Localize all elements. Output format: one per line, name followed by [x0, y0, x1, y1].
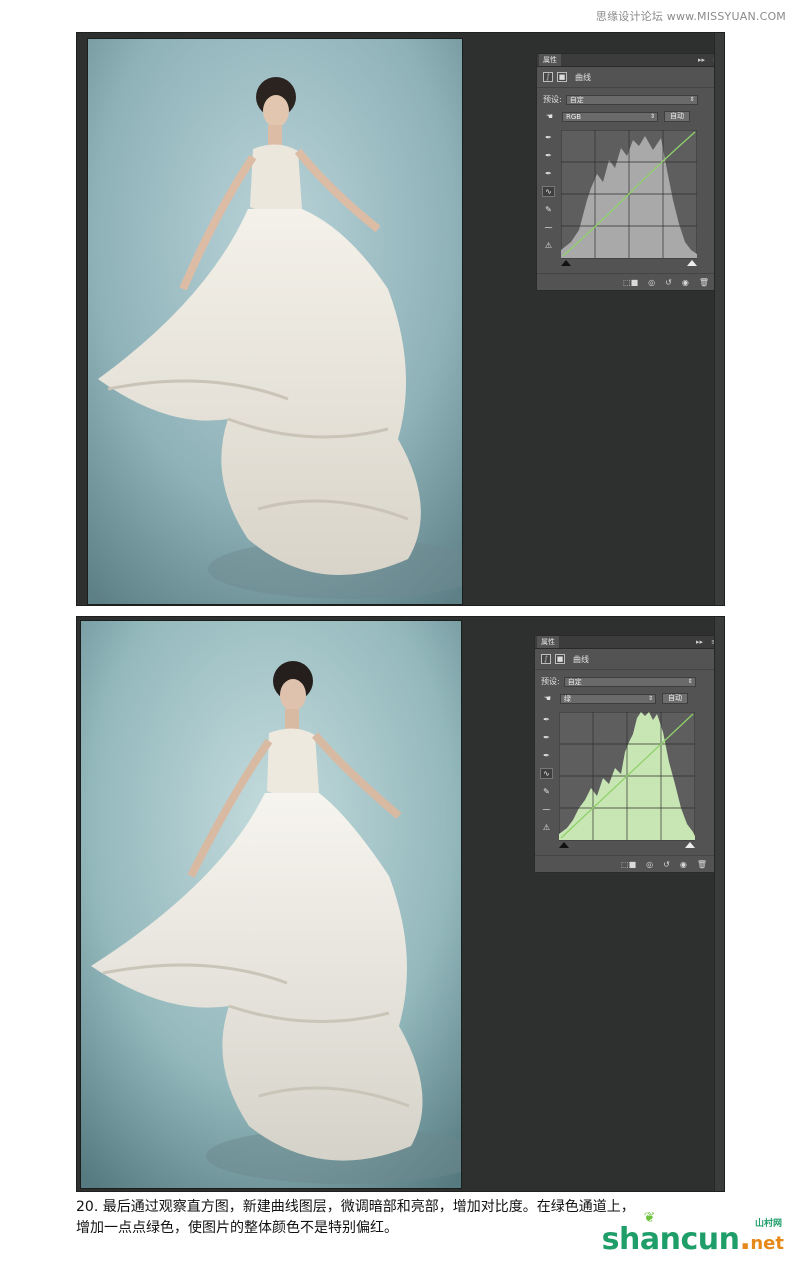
reset-icon[interactable]: ↺ — [663, 860, 670, 869]
workspace-scrollbar[interactable] — [714, 617, 724, 1191]
black-point-slider[interactable] — [559, 842, 569, 848]
clip-to-layer-icon[interactable]: ⬚■ — [621, 860, 636, 869]
properties-tab[interactable]: 属性 — [539, 54, 561, 66]
logo-chinese-text: 山村网 — [754, 1219, 782, 1229]
preset-label: 预设: — [541, 677, 560, 686]
reset-icon[interactable]: ↺ — [665, 278, 672, 287]
curve-edit-tool-icon[interactable]: ∿ — [540, 768, 553, 779]
gray-point-eyedropper-icon[interactable]: ✒ — [542, 150, 555, 161]
curves-adjustment-icon: ∫ — [541, 654, 551, 664]
photoshop-workspace-after: 属性 ▸▸ ≡ ∫ ■ 曲线 预设: 自定 ⇕ ☚ 绿 ⇕ 自动 ✒ — [76, 616, 725, 1192]
auto-button[interactable]: 自动 — [662, 693, 688, 704]
visibility-icon[interactable]: ◉ — [680, 860, 687, 869]
white-point-eyedropper-icon[interactable]: ✒ — [540, 750, 553, 761]
histogram-warning-icon[interactable]: ⚠ — [542, 240, 555, 251]
properties-tab[interactable]: 属性 — [537, 636, 559, 648]
logo-tld: net — [750, 1233, 784, 1254]
adjustment-title: 曲线 — [573, 654, 589, 664]
dropdown-arrow-icon: ⇕ — [687, 677, 693, 685]
preset-value: 自定 — [569, 95, 584, 104]
channel-select[interactable]: 绿 ⇕ — [560, 693, 656, 704]
preset-value: 自定 — [567, 677, 582, 686]
curve-tools: ✒ ✒ ✒ ∿ ✎ ⁓ ⚠ — [540, 714, 554, 833]
curves-properties-panel: 属性 ▸▸ ≡ ∫ ■ 曲线 预设: 自定 ⇕ ☚ 绿 ⇕ 自动 ✒ — [534, 635, 722, 873]
curve-edit-tool-icon[interactable]: ∿ — [542, 186, 555, 197]
pencil-tool-icon[interactable]: ✎ — [542, 204, 555, 215]
histogram-warning-icon[interactable]: ⚠ — [540, 822, 553, 833]
black-point-slider[interactable] — [561, 260, 571, 266]
preset-select[interactable]: 自定 ⇕ — [565, 94, 698, 105]
channel-value: RGB — [566, 112, 582, 121]
top-watermark: 思缘设计论坛 www.MISSYUAN.COM — [595, 10, 786, 23]
view-previous-icon[interactable]: ◎ — [646, 860, 653, 869]
channel-row: ☚ RGB ⇕ 自动 — [543, 111, 690, 122]
clip-to-layer-icon[interactable]: ⬚■ — [623, 278, 638, 287]
channel-row: ☚ 绿 ⇕ 自动 — [541, 693, 688, 704]
channel-select[interactable]: RGB ⇕ — [562, 111, 658, 122]
preset-row: 预设: 自定 ⇕ — [543, 94, 698, 105]
logo-dot: . — [739, 1222, 751, 1257]
curve-tools: ✒ ✒ ✒ ∿ ✎ ⁓ ⚠ — [542, 132, 556, 251]
site-logo: ❦ shancun . net 山村网 — [601, 1210, 784, 1257]
black-point-eyedropper-icon[interactable]: ✒ — [542, 132, 555, 143]
white-point-slider[interactable] — [685, 842, 695, 848]
preset-select[interactable]: 自定 ⇕ — [563, 676, 696, 687]
logo-main-text: shancun — [601, 1222, 740, 1257]
layer-mask-icon[interactable]: ■ — [557, 72, 567, 82]
caption-line-1: 20. 最后通过观察直方图，新建曲线图层，微调暗部和亮部，增加对比度。在绿色通道… — [76, 1199, 635, 1215]
divider — [537, 87, 723, 88]
black-point-eyedropper-icon[interactable]: ✒ — [540, 714, 553, 725]
adjustment-title: 曲线 — [575, 72, 591, 82]
trash-icon[interactable]: 🗑 — [697, 860, 707, 869]
gray-point-eyedropper-icon[interactable]: ✒ — [540, 732, 553, 743]
curves-adjustment-icon: ∫ — [543, 72, 553, 82]
leaf-icon: ❦ — [643, 1210, 656, 1226]
layer-mask-icon[interactable]: ■ — [555, 654, 565, 664]
white-point-slider[interactable] — [687, 260, 697, 266]
targeted-adjust-hand-icon[interactable]: ☚ — [543, 111, 556, 122]
workspace-scrollbar[interactable] — [714, 33, 724, 605]
visibility-icon[interactable]: ◉ — [682, 278, 689, 287]
bride-photo-before — [87, 38, 463, 605]
curves-graph[interactable] — [561, 130, 697, 266]
bride-photo-after — [80, 620, 462, 1189]
view-previous-icon[interactable]: ◎ — [648, 278, 655, 287]
preset-row: 预设: 自定 ⇕ — [541, 676, 696, 687]
trash-icon[interactable]: 🗑 — [699, 278, 709, 287]
panel-titlebar[interactable]: 属性 ▸▸ ≡ — [537, 54, 723, 67]
adjustment-header: ∫ ■ 曲线 — [541, 653, 589, 665]
panel-footer: ⬚■ ◎ ↺ ◉ 🗑 — [537, 273, 723, 290]
curves-graph[interactable] — [559, 712, 695, 848]
white-point-eyedropper-icon[interactable]: ✒ — [542, 168, 555, 179]
collapse-icon[interactable]: ▸▸ — [698, 54, 705, 66]
curves-properties-panel: 属性 ▸▸ ≡ ∫ ■ 曲线 预设: 自定 ⇕ ☚ RGB ⇕ 自动 ✒ — [536, 53, 724, 291]
pencil-tool-icon[interactable]: ✎ — [540, 786, 553, 797]
auto-button[interactable]: 自动 — [664, 111, 690, 122]
divider — [535, 669, 721, 670]
panel-titlebar[interactable]: 属性 ▸▸ ≡ — [535, 636, 721, 649]
collapse-icon[interactable]: ▸▸ — [696, 636, 703, 648]
targeted-adjust-hand-icon[interactable]: ☚ — [541, 693, 554, 704]
photoshop-workspace-before: 属性 ▸▸ ≡ ∫ ■ 曲线 预设: 自定 ⇕ ☚ RGB ⇕ 自动 ✒ — [76, 32, 725, 606]
smooth-curve-icon[interactable]: ⁓ — [540, 804, 553, 815]
dropdown-arrow-icon: ⇕ — [649, 112, 655, 120]
adjustment-header: ∫ ■ 曲线 — [543, 71, 591, 83]
preset-label: 预设: — [543, 95, 562, 104]
dropdown-arrow-icon: ⇕ — [689, 95, 695, 103]
smooth-curve-icon[interactable]: ⁓ — [542, 222, 555, 233]
dropdown-arrow-icon: ⇕ — [647, 694, 653, 702]
panel-footer: ⬚■ ◎ ↺ ◉ 🗑 — [535, 855, 721, 872]
channel-value: 绿 — [564, 694, 571, 703]
